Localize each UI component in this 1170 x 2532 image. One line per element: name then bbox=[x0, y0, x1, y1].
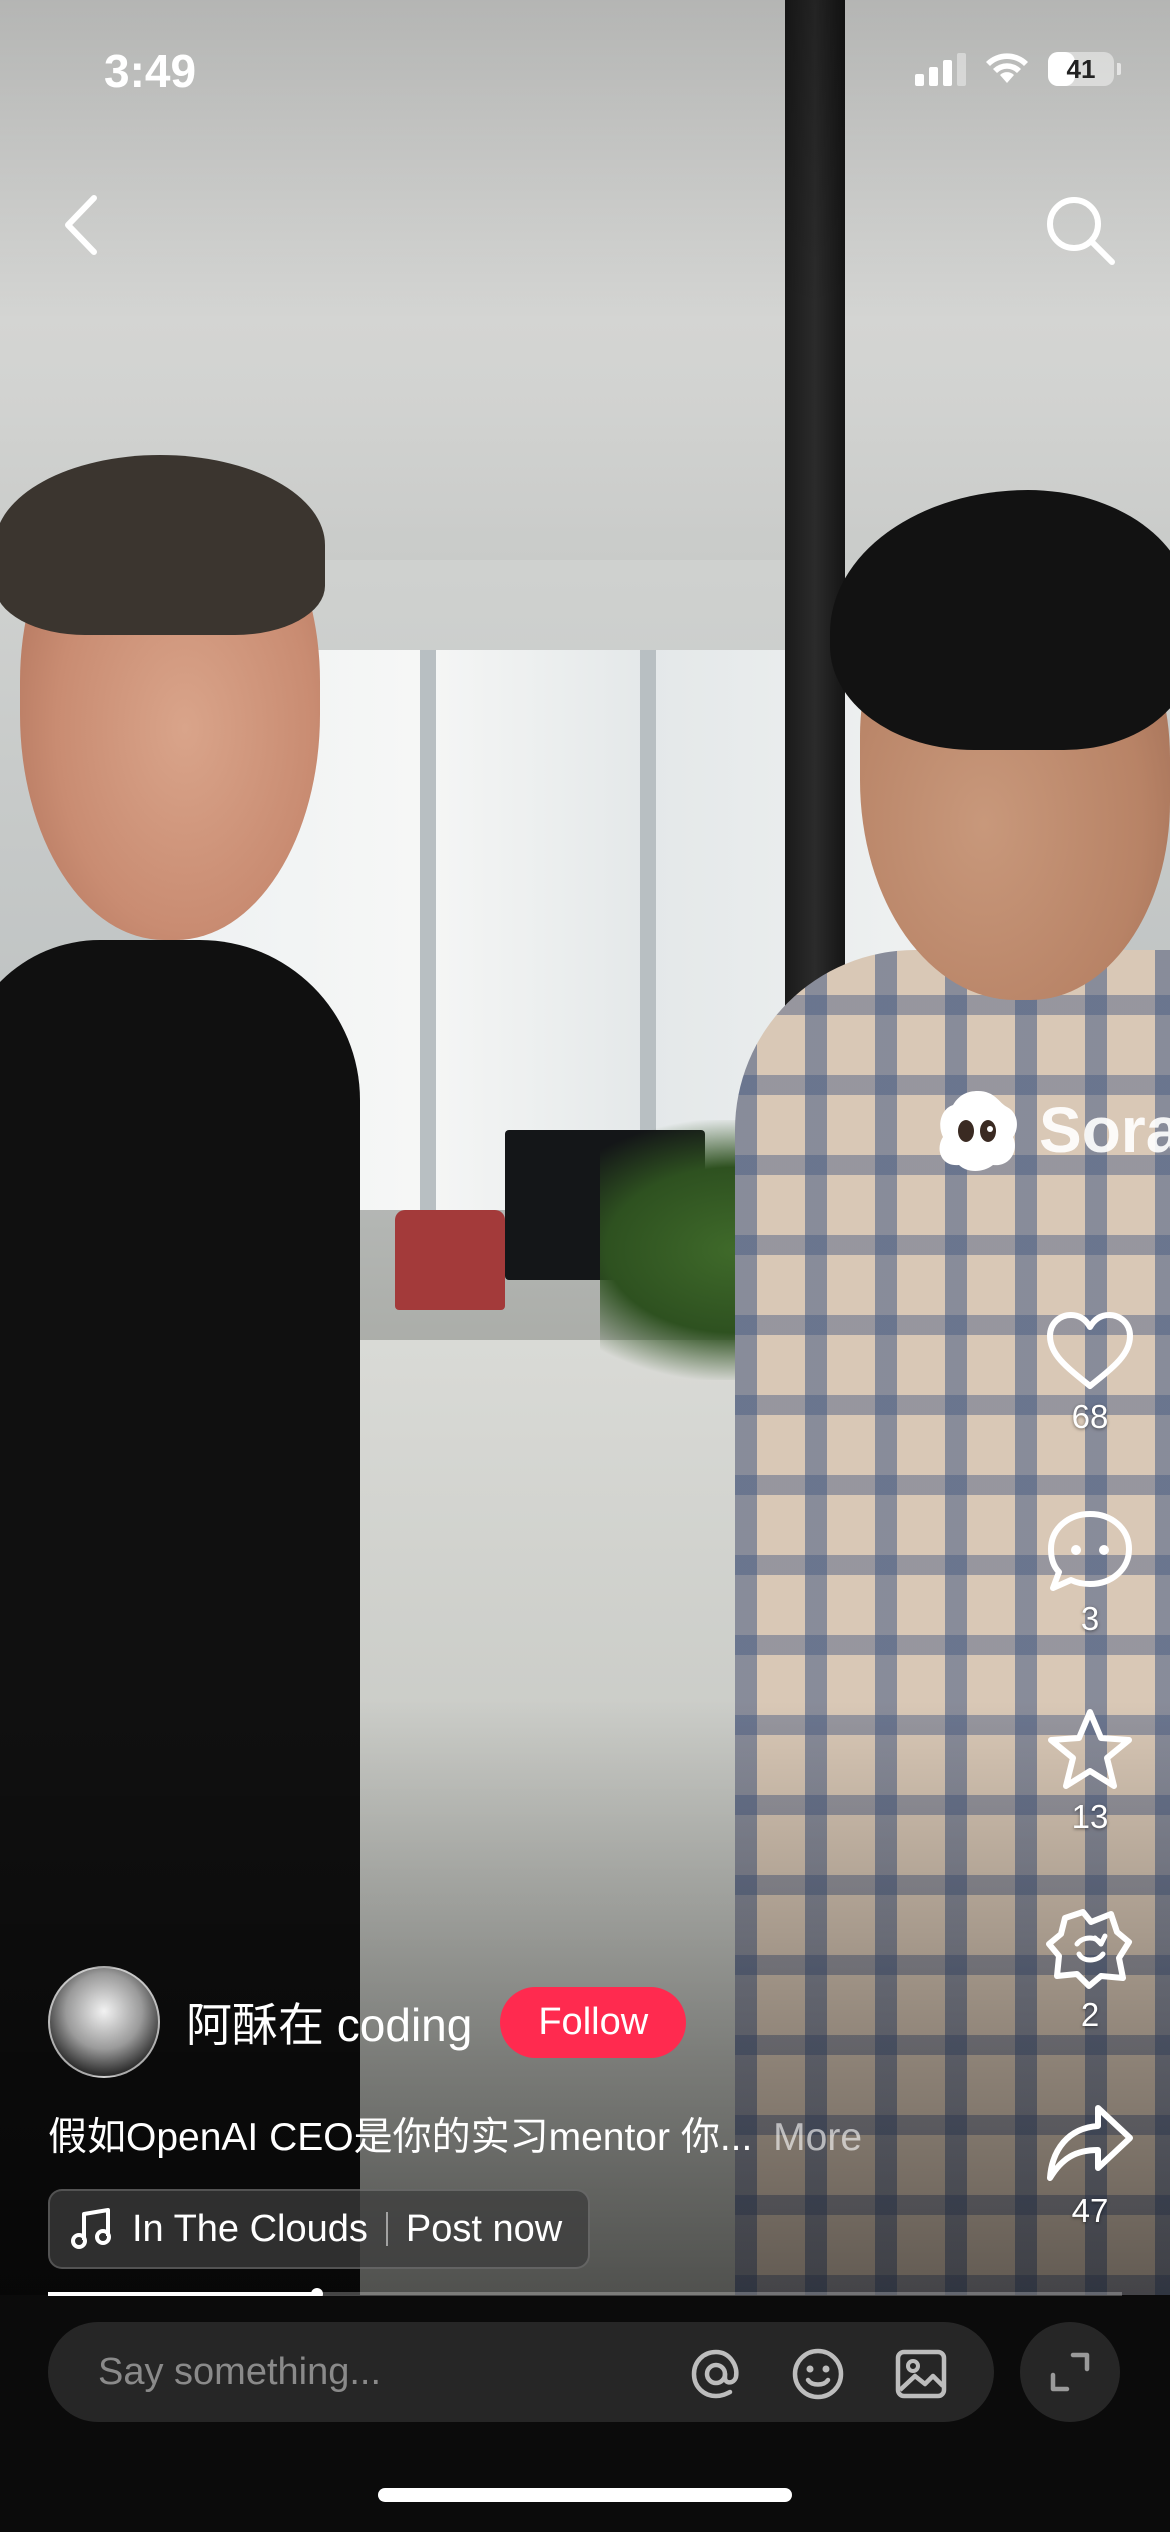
status-icons: 41 bbox=[915, 52, 1121, 86]
music-title: In The Clouds bbox=[132, 2207, 368, 2250]
share-arrow-icon bbox=[1047, 2105, 1133, 2181]
comment-input[interactable] bbox=[96, 2349, 660, 2395]
post-now-button[interactable]: Post now bbox=[406, 2208, 562, 2251]
home-indicator[interactable] bbox=[378, 2488, 792, 2502]
music-note-icon bbox=[71, 2208, 111, 2249]
comment-bubble-icon bbox=[1048, 1511, 1132, 1591]
remix-button[interactable]: 2 bbox=[1040, 1904, 1140, 2034]
author-row: 阿酥在 coding Follow bbox=[48, 1966, 687, 2078]
cellular-signal-icon bbox=[915, 52, 966, 86]
music-divider bbox=[385, 2212, 388, 2246]
caption[interactable]: 假如OpenAI CEO是你的实习mentor 你... More bbox=[48, 2106, 862, 2162]
sora-logo-icon bbox=[939, 1091, 1017, 1171]
favorite-count: 13 bbox=[1071, 1798, 1109, 1835]
favorite-button[interactable]: 13 bbox=[1040, 1706, 1140, 1836]
caption-more-link[interactable]: More bbox=[773, 2116, 862, 2159]
comment-count: 3 bbox=[1080, 1600, 1100, 1637]
star-icon bbox=[1048, 1709, 1132, 1789]
person-left-hair bbox=[0, 455, 325, 635]
red-chair bbox=[395, 1210, 505, 1310]
status-time: 3:49 bbox=[104, 45, 197, 97]
remix-icon bbox=[1046, 1909, 1132, 1989]
battery-level: 41 bbox=[1066, 54, 1096, 84]
follow-button[interactable]: Follow bbox=[500, 1986, 687, 2058]
like-button[interactable]: 68 bbox=[1040, 1310, 1140, 1436]
sora-watermark: Sora bbox=[933, 1085, 1170, 1175]
comment-button[interactable]: 3 bbox=[1040, 1508, 1140, 1638]
search-icon[interactable] bbox=[1040, 190, 1120, 270]
music-chip[interactable]: In The Clouds Post now bbox=[48, 2189, 591, 2269]
mention-icon[interactable] bbox=[688, 2346, 744, 2402]
expand-icon bbox=[1050, 2352, 1090, 2392]
sora-watermark-text: Sora bbox=[1039, 1094, 1170, 1166]
author-name[interactable]: 阿酥在 coding bbox=[186, 1989, 472, 2055]
wifi-icon bbox=[986, 53, 1028, 83]
comment-input-bar[interactable] bbox=[48, 2322, 994, 2422]
fullscreen-button[interactable] bbox=[1020, 2322, 1120, 2422]
image-icon[interactable] bbox=[893, 2346, 949, 2402]
chevron-left-icon[interactable] bbox=[52, 190, 112, 260]
battery-icon: 41 bbox=[1048, 52, 1121, 86]
remix-count: 2 bbox=[1080, 1996, 1100, 2033]
emoji-icon[interactable] bbox=[790, 2346, 846, 2402]
avatar[interactable] bbox=[48, 1966, 160, 2078]
caption-text: 假如OpenAI CEO是你的实习mentor 你... bbox=[48, 2116, 753, 2159]
share-count: 47 bbox=[1071, 2192, 1109, 2229]
window-mullion bbox=[420, 650, 436, 1210]
heart-icon bbox=[1047, 1312, 1133, 1389]
like-count: 68 bbox=[1071, 1398, 1109, 1435]
share-button[interactable]: 47 bbox=[1040, 2100, 1140, 2230]
